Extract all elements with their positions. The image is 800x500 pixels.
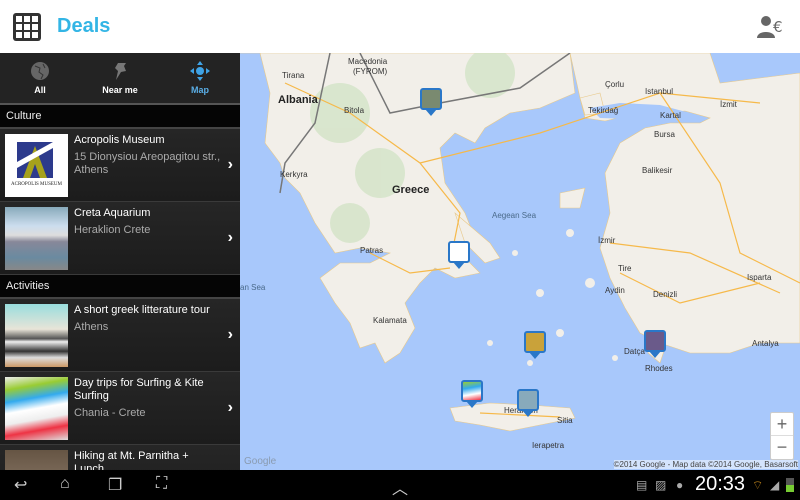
pin-icon xyxy=(115,63,126,80)
screenshot-icon[interactable]: ⛶ xyxy=(156,475,167,493)
map-marker[interactable] xyxy=(448,241,470,269)
list-item[interactable]: ACROPOLIS MUSEUM Acropolis Museum 15 Dio… xyxy=(0,129,240,202)
svg-text:€: € xyxy=(773,18,783,36)
item-title: Day trips for Surfing & Kite Surfing xyxy=(74,377,204,402)
google-logo: Google xyxy=(244,456,277,467)
item-title: A short greek litterature tour xyxy=(74,304,210,316)
map-label: Patras xyxy=(360,246,384,255)
map-label: Antalya xyxy=(752,339,779,348)
zoom-controls: + − xyxy=(770,412,794,460)
map-marker[interactable] xyxy=(644,330,666,358)
chevron-right-icon: › xyxy=(227,399,233,416)
globe-icon xyxy=(31,62,49,80)
map-label: Istanbul xyxy=(645,87,674,96)
chevron-up-icon[interactable]: ︿ xyxy=(392,475,408,499)
item-thumbnail xyxy=(5,377,68,440)
map-marker[interactable] xyxy=(461,380,483,408)
deals-sidebar: All Near me Map Culture ACROPOLIS MUSEUM… xyxy=(0,53,240,470)
section-header-activities: Activities xyxy=(0,275,240,299)
move-arrows-icon xyxy=(190,61,210,81)
map-marker[interactable] xyxy=(517,389,539,417)
action-bar: Deals € xyxy=(0,0,800,53)
map-label: Çorlu xyxy=(605,80,625,89)
map-label: Isparta xyxy=(747,273,772,282)
map-label: İzmir xyxy=(598,236,616,245)
cloud-icon: ● xyxy=(676,478,684,492)
clock: 20:33 xyxy=(695,473,746,495)
tab-map[interactable]: Map xyxy=(160,53,240,103)
tab-label: Map xyxy=(191,85,209,95)
map-label: Denizli xyxy=(653,290,678,299)
acropolis-museum-logo: ACROPOLIS MUSEUM xyxy=(5,134,68,197)
user-currency-icon[interactable]: € xyxy=(756,14,788,40)
map-label: Balikesir xyxy=(642,166,673,175)
tab-near-me[interactable]: Near me xyxy=(80,53,160,103)
map-marker[interactable] xyxy=(524,331,546,359)
system-bar: ↩ ⌂ ❐ ⛶ ︿ ▤ ▨ ● 20:33 ⌔ ◢ xyxy=(0,470,800,500)
signal-icon: ◢ xyxy=(770,478,780,492)
map-label: Kalamata xyxy=(373,316,407,325)
chevron-right-icon: › xyxy=(227,156,233,173)
map-marker[interactable] xyxy=(420,88,442,116)
map-label: Kartal xyxy=(660,111,681,120)
logo-text: ACROPOLIS MUSEUM xyxy=(11,182,62,187)
page-title: Deals xyxy=(57,15,111,37)
map-label: Ierapetra xyxy=(532,441,565,450)
sd-card-icon: ▤ xyxy=(636,478,648,492)
map-label: Rhodes xyxy=(645,364,673,373)
zoom-out-button[interactable]: − xyxy=(771,436,793,459)
map-label: Albania xyxy=(278,94,318,106)
item-title: Acropolis Museum xyxy=(74,134,165,146)
item-thumbnail xyxy=(5,304,68,367)
section-header-culture: Culture xyxy=(0,105,240,129)
map-label: Aegean Sea xyxy=(492,211,537,220)
map-label: Aydin xyxy=(605,286,625,295)
item-title: Hiking at Mt. Parnitha + Lunch xyxy=(74,450,189,470)
map-label: an Sea xyxy=(240,283,266,292)
item-subtitle: Chania - Crete xyxy=(74,407,146,419)
chevron-right-icon: › xyxy=(227,326,233,343)
map-label: Bitola xyxy=(344,106,365,115)
map-copyright: ©2014 Google - Map data ©2014 Google, Ba… xyxy=(613,460,798,469)
map-label: Greece xyxy=(392,184,430,196)
map-label: Tire xyxy=(618,264,632,273)
map-label: (FYROM) xyxy=(353,67,388,76)
view-tabs: All Near me Map xyxy=(0,53,240,105)
list-item[interactable]: Hiking at Mt. Parnitha + Lunch xyxy=(0,445,240,470)
chevron-right-icon: › xyxy=(227,229,233,246)
item-thumbnail xyxy=(5,450,68,470)
map-label: Kerkyra xyxy=(280,170,308,179)
list-item[interactable]: A short greek litterature tour Athens › xyxy=(0,299,240,372)
list-item[interactable]: Creta Aquarium Heraklion Crete › xyxy=(0,202,240,275)
gallery-icon: ▨ xyxy=(655,478,667,492)
tab-all[interactable]: All xyxy=(0,53,80,103)
item-subtitle: Athens xyxy=(74,321,109,333)
deals-map[interactable]: Tirana Macedonia (FYROM) Albania Bitola … xyxy=(240,53,800,470)
map-label: İzmit xyxy=(720,100,737,109)
app-grid-icon[interactable] xyxy=(13,13,41,41)
tab-label: All xyxy=(34,85,46,95)
map-label: Bursa xyxy=(654,130,675,139)
battery-icon xyxy=(786,478,794,492)
home-icon[interactable]: ⌂ xyxy=(60,475,70,493)
tab-label: Near me xyxy=(102,85,138,95)
item-subtitle: Heraklion Crete xyxy=(74,224,151,236)
list-item[interactable]: Day trips for Surfing & Kite Surfing Cha… xyxy=(0,372,240,445)
recent-apps-icon[interactable]: ❐ xyxy=(108,475,122,495)
zoom-in-button[interactable]: + xyxy=(771,413,793,436)
item-subtitle: 15 Dionysiou Areopagitou str., Athens xyxy=(74,151,221,176)
wifi-icon: ⌔ xyxy=(752,478,764,492)
map-label: Tekirdağ xyxy=(588,106,619,115)
back-icon[interactable]: ↩ xyxy=(14,475,27,495)
map-label: Sitia xyxy=(557,416,573,425)
item-thumbnail xyxy=(5,207,68,270)
map-label: Datça xyxy=(624,347,645,356)
map-label: Tirana xyxy=(282,71,305,80)
map-label: Macedonia xyxy=(348,57,388,66)
item-title: Creta Aquarium xyxy=(74,207,151,219)
